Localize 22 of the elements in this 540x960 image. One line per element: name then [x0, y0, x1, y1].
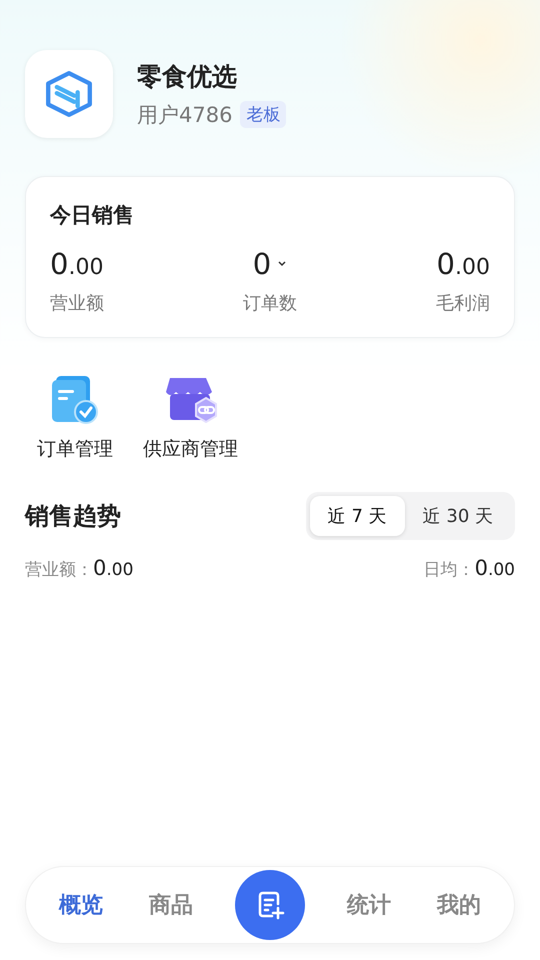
section-title: 销售趋势	[25, 501, 121, 532]
summary-text: 营业额：0.00	[25, 556, 134, 581]
metric-value: 0	[252, 247, 272, 281]
user-name: 用户4786	[137, 102, 232, 128]
period-tab[interactable]: 近 30 天	[404, 496, 511, 536]
metric-label: 毛利润	[436, 292, 490, 315]
nav-tab[interactable]: 我的	[433, 886, 485, 924]
shop-name: 零食优选	[137, 60, 238, 92]
metric-label: 订单数	[243, 292, 297, 315]
metric-value: 0.00	[50, 247, 104, 281]
summary-text: 日均：0.00	[424, 556, 515, 581]
nav-tab[interactable]: 商品	[145, 886, 197, 924]
chevron-down-icon[interactable]	[277, 260, 288, 268]
period-tab[interactable]: 近 7 天	[310, 496, 405, 536]
nav-tab[interactable]: 概览	[55, 886, 107, 924]
metric-value: 0.00	[436, 247, 490, 281]
shortcut-label[interactable]: 供应商管理	[143, 436, 238, 462]
card-title: 今日销售	[50, 202, 135, 229]
nav-tab[interactable]: 统计	[343, 886, 395, 924]
metric-label: 营业额	[50, 292, 104, 315]
role-badge: 老板	[240, 101, 286, 128]
shortcut-label[interactable]: 订单管理	[37, 436, 113, 462]
